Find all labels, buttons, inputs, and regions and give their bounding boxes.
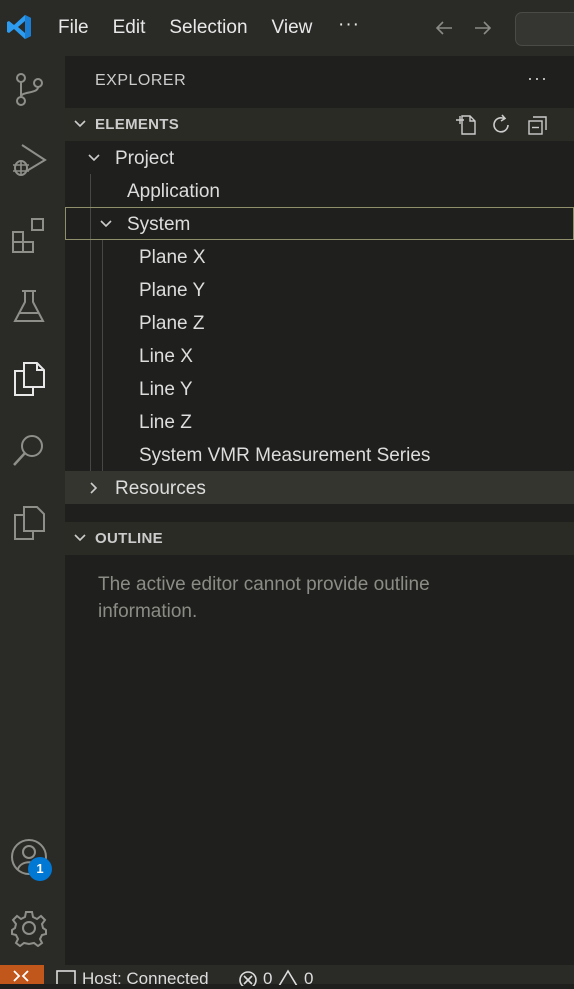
elements-section-title: ELEMENTS (95, 116, 180, 133)
tree-item-label: Plane X (139, 247, 206, 268)
outline-section-header[interactable]: OUTLINE (65, 522, 574, 555)
explorer-more-button[interactable]: ··· (527, 68, 548, 89)
tree-item-label: Line Y (139, 379, 193, 400)
forward-arrow-icon[interactable] (473, 18, 493, 38)
warning-icon (278, 969, 298, 985)
remote-indicator-button[interactable] (0, 965, 44, 984)
elements-section-header[interactable]: ELEMENTS (65, 108, 574, 141)
collapse-all-icon[interactable] (527, 114, 549, 136)
chevron-right-icon (90, 482, 98, 494)
explorer-title: EXPLORER (95, 72, 187, 89)
testing-icon[interactable] (10, 288, 48, 326)
title-bar: File Edit Selection View ··· (0, 0, 574, 56)
menu-edit[interactable]: Edit (101, 0, 158, 56)
tree-item-system[interactable]: System (65, 207, 574, 240)
extensions-icon[interactable] (10, 216, 48, 254)
tree-item-resources[interactable]: Resources (65, 471, 574, 504)
chevron-down-icon (88, 154, 100, 162)
tree-item-label: Plane Z (139, 313, 205, 334)
remote-icon (13, 970, 29, 982)
tree-item-label: Resources (115, 478, 206, 499)
activity-bar: 1 (0, 56, 65, 965)
new-file-icon[interactable] (455, 114, 477, 136)
account-notification-badge: 1 (28, 857, 52, 881)
tree-item-project[interactable]: Project (65, 141, 574, 174)
tree-item-label: Plane Y (139, 280, 206, 301)
explorer-icon[interactable] (10, 359, 48, 397)
tree-item-application[interactable]: Application (65, 174, 574, 207)
tree-item-label: Project (115, 148, 175, 169)
menu-selection[interactable]: Selection (157, 0, 259, 56)
host-status[interactable]: Host: Connected (82, 969, 209, 989)
tree-item-plane-x[interactable]: Plane X (65, 240, 574, 273)
tree-item-line-y[interactable]: Line Y (65, 372, 574, 405)
tree-item-plane-z[interactable]: Plane Z (65, 306, 574, 339)
search-icon[interactable] (10, 431, 48, 469)
tree-item-label: Application (127, 181, 220, 202)
vscode-logo-icon (7, 15, 31, 39)
chevron-down-icon (100, 220, 112, 228)
source-control-icon[interactable] (10, 70, 48, 108)
run-debug-icon[interactable] (10, 141, 48, 179)
tree-item-system-vmr-measurement-series[interactable]: System VMR Measurement Series (65, 438, 574, 471)
error-count[interactable]: 0 (263, 969, 272, 989)
tree-item-label: System (127, 214, 191, 235)
chevron-down-icon (74, 534, 86, 542)
menu-more-button[interactable]: ··· (338, 14, 360, 36)
back-arrow-icon[interactable] (434, 18, 454, 38)
settings-gear-icon[interactable] (10, 909, 48, 947)
tree-item-plane-y[interactable]: Plane Y (65, 273, 574, 306)
host-icon (56, 970, 76, 984)
tree-item-label: System VMR Measurement Series (139, 445, 431, 466)
menu-bar: File Edit Selection View (46, 0, 324, 56)
tree-item-label: Line X (139, 346, 193, 367)
refresh-icon[interactable] (490, 114, 512, 136)
chevron-down-icon (74, 120, 86, 128)
command-center-search[interactable] (515, 12, 574, 46)
warning-count[interactable]: 0 (304, 969, 313, 989)
outline-empty-message: The active editor cannot provide outline… (98, 574, 430, 622)
tree-item-label: Line Z (139, 412, 192, 433)
copy-icon[interactable] (10, 503, 48, 541)
outline-section-title: OUTLINE (95, 530, 163, 547)
menu-file[interactable]: File (46, 0, 101, 56)
tree-item-line-x[interactable]: Line X (65, 339, 574, 372)
tree-item-line-z[interactable]: Line Z (65, 405, 574, 438)
menu-view[interactable]: View (260, 0, 325, 56)
explorer-sidebar: EXPLORER ··· ELEMENTS Project Applicatio (65, 56, 574, 965)
status-bar: Host: Connected 0 0 (0, 965, 574, 988)
